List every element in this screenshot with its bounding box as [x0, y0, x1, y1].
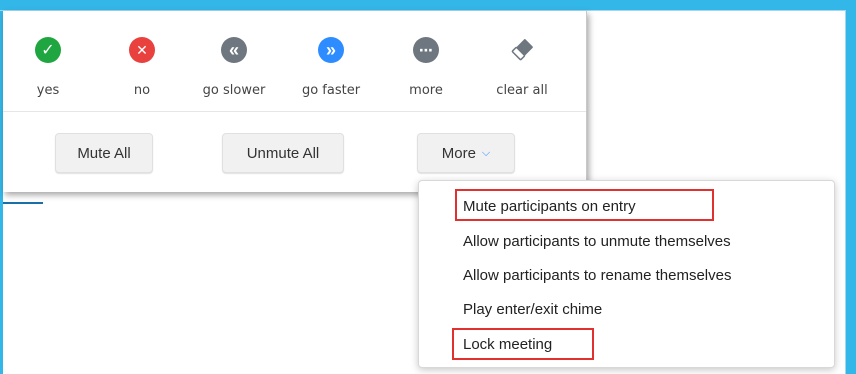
reaction-go-faster[interactable]: » go faster: [286, 37, 376, 98]
menu-item-allow-unmute[interactable]: Allow participants to unmute themselves: [463, 233, 731, 250]
panel-divider: [3, 111, 586, 112]
left-divider: [3, 202, 43, 204]
reaction-label: no: [133, 83, 151, 98]
unmute-all-button[interactable]: Unmute All: [222, 133, 344, 173]
reactions-bar: ✓ yes ✕ no « go slower » go faster ⋯ mor…: [3, 11, 586, 111]
reaction-label: go faster: [301, 83, 361, 98]
fast-forward-icon: »: [318, 37, 344, 63]
more-label: More: [441, 144, 476, 162]
menu-item-allow-rename[interactable]: Allow participants to rename themselves: [463, 267, 731, 284]
rewind-icon: «: [221, 37, 247, 63]
frame-inner-right-line: [845, 10, 846, 374]
chevron-down-icon: ⌵: [481, 146, 491, 159]
reaction-label: clear all: [496, 83, 548, 98]
reaction-label: go slower: [202, 83, 266, 98]
reaction-go-slower[interactable]: « go slower: [189, 37, 279, 98]
menu-item-lock-meeting[interactable]: Lock meeting: [463, 336, 552, 353]
unmute-all-label: Unmute All: [246, 144, 320, 162]
ellipsis-icon: ⋯: [413, 37, 439, 63]
menu-item-enter-exit-chime[interactable]: Play enter/exit chime: [463, 301, 602, 318]
check-icon: ✓: [35, 37, 61, 63]
reaction-label: yes: [36, 83, 60, 98]
reaction-clear-all[interactable]: clear all: [477, 37, 567, 98]
screenshot-stage: ✓ yes ✕ no « go slower » go faster ⋯ mor…: [0, 0, 856, 374]
menu-item-mute-on-entry[interactable]: Mute participants on entry: [463, 198, 636, 215]
eraser-icon: [509, 37, 535, 63]
more-button[interactable]: More ⌵: [417, 133, 515, 173]
reaction-more[interactable]: ⋯ more: [381, 37, 471, 98]
frame-right-border: [846, 0, 856, 374]
more-dropdown-menu: Mute participants on entry Allow partici…: [418, 180, 835, 368]
x-icon: ✕: [129, 37, 155, 63]
frame-top-border: [0, 0, 856, 10]
reaction-label: more: [409, 83, 443, 98]
reaction-yes[interactable]: ✓ yes: [3, 37, 93, 98]
participants-panel: ✓ yes ✕ no « go slower » go faster ⋯ mor…: [3, 11, 587, 192]
mute-all-label: Mute All: [77, 144, 131, 162]
mute-all-button[interactable]: Mute All: [55, 133, 153, 173]
reaction-no[interactable]: ✕ no: [97, 37, 187, 98]
